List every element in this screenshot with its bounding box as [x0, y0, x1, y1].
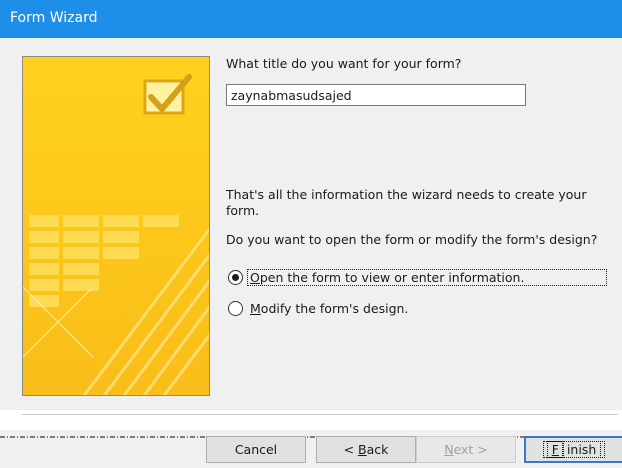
title-bar: Form Wizard	[0, 0, 622, 38]
cancel-button[interactable]: Cancel	[206, 436, 306, 463]
open-form-radio-option[interactable]: Open the form to view or enter informati…	[228, 269, 608, 286]
modify-design-radio-option[interactable]: Modify the form's design.	[228, 301, 410, 316]
separator-line	[22, 414, 618, 416]
radio-open-form[interactable]	[228, 270, 243, 285]
radio-modify-design[interactable]	[228, 301, 243, 316]
form-title-input[interactable]	[226, 84, 526, 106]
wizard-illustration	[22, 56, 210, 396]
title-question-label: What title do you want for your form?	[226, 56, 462, 71]
info-text: That's all the information the wizard ne…	[226, 187, 587, 218]
form-wizard-graphic-icon	[23, 74, 209, 395]
back-button[interactable]: < Back	[316, 436, 416, 463]
modify-design-label[interactable]: Modify the form's design.	[248, 301, 410, 316]
open-form-label[interactable]: Open the form to view or enter informati…	[246, 269, 608, 286]
open-or-modify-question: Do you want to open the form or modify t…	[226, 232, 598, 247]
window-title: Form Wizard	[10, 10, 98, 26]
finish-button[interactable]: Finish	[524, 436, 622, 463]
next-button[interactable]: Next >	[416, 436, 516, 463]
